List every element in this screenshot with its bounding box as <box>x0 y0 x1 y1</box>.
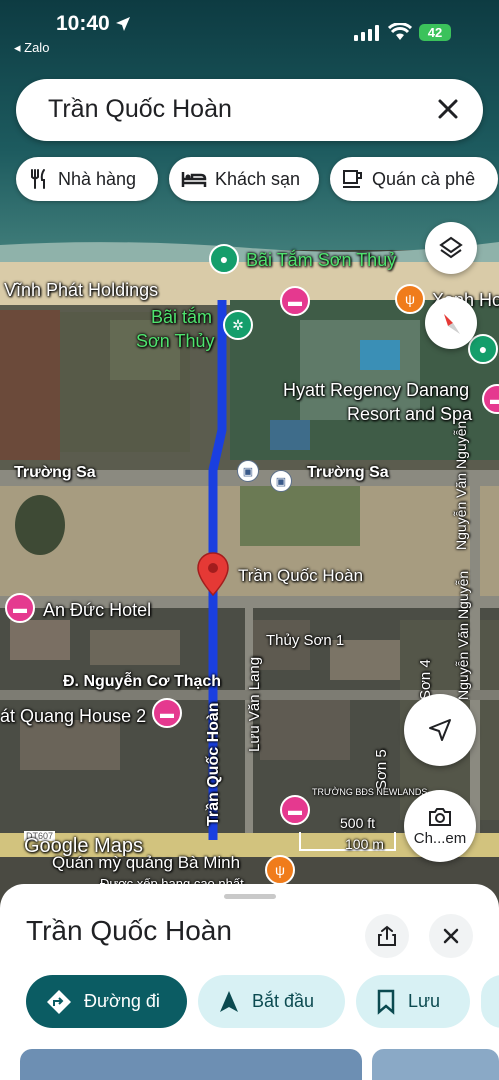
my-location-button[interactable] <box>404 694 476 766</box>
map-label-beach[interactable]: Bãi Tắm Sơn Thuỷ <box>246 250 396 271</box>
bus-stop-icon[interactable]: ▣ <box>237 460 259 482</box>
camera-explore-label: Ch...em <box>413 829 467 847</box>
restaurant-poi-icon[interactable]: ψ <box>265 855 295 885</box>
cellular-signal-icon <box>354 25 379 41</box>
search-bar[interactable]: Trần Quốc Hoàn <box>16 79 483 141</box>
action-label: Lưu <box>408 991 441 1011</box>
map-label-vinh-phat[interactable]: Vĩnh Phát Holdings <box>4 280 158 301</box>
share-button[interactable] <box>365 914 409 958</box>
map-label-nguyen-van-nguyen-2: Nguyễn Văn Nguyễn <box>455 570 471 700</box>
hotel-poi-icon[interactable]: ▬ <box>152 698 182 728</box>
map-label-tran-quoc-hoan-vertical: Trần Quốc Hoàn <box>205 702 222 826</box>
save-button[interactable]: Lưu <box>356 975 470 1028</box>
compass-button[interactable] <box>425 297 477 349</box>
layers-button[interactable] <box>425 222 477 274</box>
chip-coffee[interactable]: Quán cà phê <box>330 157 498 201</box>
location-arrow-icon <box>116 17 130 31</box>
map-label-hyatt-1[interactable]: Hyatt Regency Danang <box>283 380 469 401</box>
chip-label: Nhà hàng <box>58 168 137 189</box>
wifi-icon <box>388 23 412 40</box>
map-label-bai-tam-1[interactable]: Bãi tắm <box>151 307 212 328</box>
map-label-nguyen-van-nguyen-1: Nguyễn Văn Nguyễn <box>453 420 469 550</box>
bus-stop-icon[interactable]: ▣ <box>270 470 292 492</box>
map-label-son-5: Sơn 5 <box>373 749 390 790</box>
place-bottom-sheet[interactable]: Trần Quốc Hoàn Đường đi Bắt đầu Lưu <box>0 884 499 1080</box>
action-label: Đường đi <box>84 991 160 1011</box>
start-button[interactable]: Bắt đầu <box>198 975 345 1028</box>
hotel-poi-icon[interactable]: ▬ <box>280 286 310 316</box>
map-label-pin: Trần Quốc Hoàn <box>238 566 364 585</box>
navigation-icon <box>220 990 238 1012</box>
hotel-icon <box>181 172 207 187</box>
camera-explore-button[interactable]: Ch...em <box>404 790 476 862</box>
restaurant-icon <box>31 169 45 189</box>
map-label-truong-bds[interactable]: TRƯỜNG BĐS NEWLANDS <box>312 787 427 797</box>
restaurant-poi-icon[interactable]: ψ <box>395 284 425 314</box>
park-poi-icon[interactable]: ● <box>468 334 498 364</box>
close-button[interactable] <box>429 914 473 958</box>
camera-icon <box>429 807 451 826</box>
coffee-icon <box>343 170 362 188</box>
search-query[interactable]: Trần Quốc Hoàn <box>48 95 232 124</box>
navigation-arrow-icon <box>429 719 451 741</box>
close-icon[interactable] <box>433 94 463 124</box>
map-label-luu-van-lang: Lưu Văn Lang <box>246 656 263 752</box>
place-title: Trần Quốc Hoàn <box>26 915 232 946</box>
scale-meters: 100 m <box>345 836 384 852</box>
status-time: 10:40 <box>56 12 110 35</box>
beach-poi-icon[interactable]: ● <box>209 244 239 274</box>
map-label-bai-tam-2[interactable]: Sơn Thủy <box>136 331 215 352</box>
battery-indicator: 42 <box>419 24 451 41</box>
sheet-drag-handle[interactable] <box>224 894 276 899</box>
close-icon <box>443 928 459 944</box>
hotel-poi-icon[interactable]: ▬ <box>5 593 35 623</box>
hotel-poi-icon[interactable]: ▬ <box>280 795 310 825</box>
back-to-app-link[interactable]: ◂ Zalo <box>14 40 49 56</box>
map-label-quang-house[interactable]: át Quang House 2 <box>0 706 146 727</box>
scale-feet: 500 ft <box>340 815 376 831</box>
compass-icon <box>444 314 460 334</box>
map-label-nguyen-co-thach: Đ. Nguyễn Cơ Thạch <box>63 673 222 690</box>
chip-restaurants[interactable]: Nhà hàng <box>16 157 158 201</box>
map-label-an-duc-hotel[interactable]: An Đức Hotel <box>43 600 151 621</box>
layers-icon <box>439 236 463 259</box>
chip-label: Quán cà phê <box>372 168 476 189</box>
map-label-thuy-son-1: Thủy Sơn 1 <box>266 632 345 649</box>
chip-hotels[interactable]: Khách sạn <box>169 157 319 201</box>
chip-label: Khách sạn <box>215 168 301 189</box>
map-label-truong-sa-left: Trường Sa <box>14 464 96 481</box>
bookmark-icon <box>377 989 395 1015</box>
beach-poi-icon[interactable]: ✲ <box>223 310 253 340</box>
map-label-truong-sa-right: Trường Sa <box>307 464 389 481</box>
place-photo[interactable] <box>372 1049 499 1080</box>
action-label: Bắt đầu <box>252 991 315 1011</box>
directions-button[interactable]: Đường đi <box>26 975 187 1028</box>
place-photo[interactable] <box>20 1049 362 1080</box>
status-bar: 10:40 ◂ Zalo 42 <box>0 0 499 60</box>
more-actions-button[interactable] <box>481 975 499 1028</box>
directions-icon <box>47 989 71 1014</box>
share-icon <box>378 925 396 946</box>
google-maps-watermark: Google Maps <box>24 835 143 857</box>
location-pin-icon[interactable] <box>196 551 230 597</box>
